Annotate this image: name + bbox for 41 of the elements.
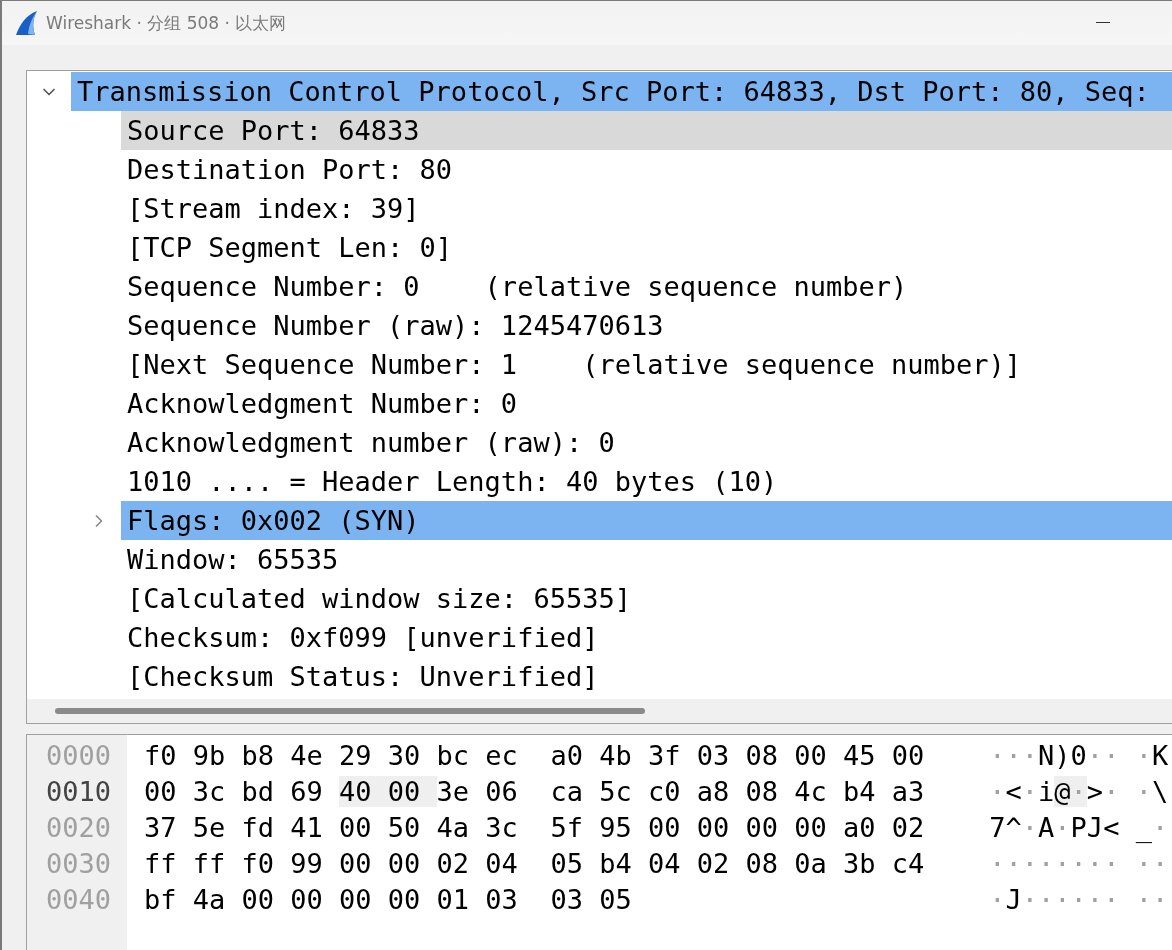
tree-item[interactable]: [TCP Segment Len: 0] [121,228,1172,267]
scrollbar-thumb[interactable] [55,708,645,714]
tree-item[interactable]: Sequence Number: 0 (relative sequence number) [121,267,1172,306]
tree-item[interactable]: Sequence Number (raw): 1245470613 [121,306,1172,345]
tree-item[interactable]: [Stream index: 39] [121,189,1172,228]
ascii-text: ·· [1135,847,1169,879]
tree-item[interactable]: [Next Sequence Number: 1 (relative sequence number)] [121,345,1172,384]
tree-item[interactable]: Flags: 0x002 (SYN) [121,501,1172,540]
ascii-text: ···N)0·· [989,739,1120,771]
ascii-text: ·K [1135,739,1169,771]
ascii-text: ·<·i@·>· [989,775,1120,807]
offset-label: 0010 [44,774,112,809]
offset-label: 0020 [44,810,112,845]
window-title: Wireshark · 分组 508 · 以太网 [46,11,287,35]
ascii-text: 7^·A·PJ< [989,811,1120,843]
hex-bytes: f0 9b b8 4e 29 30 bc ec a0 4b 3f 03 08 00 45 00 [144,739,926,771]
offset-label: 0030 [44,846,112,881]
ascii-text: ·\ [1135,775,1169,807]
ascii-text: ·· [1135,883,1169,915]
tree-item[interactable]: [Calculated window size: 65535] [121,579,1172,618]
ascii-text: ·J······ [989,883,1120,915]
tree-item[interactable]: Window: 65535 [121,540,1172,579]
horizontal-scrollbar[interactable] [27,699,1172,723]
tree-item[interactable]: Destination Port: 80 [121,150,1172,189]
hex-bytes: bf 4a 00 00 00 00 01 03 03 05 [144,883,633,915]
hex-bytes: 37 5e fd 41 00 50 4a 3c 5f 95 00 00 00 00 a0 02 [144,811,926,843]
hex-bytes: 00 3c bd 69 40 00 3e 06 ca 5c c0 a8 08 4c b4 a3 [144,775,926,807]
tree-item[interactable]: 1010 .... = Header Length: 40 bytes (10) [121,462,1172,501]
hex-bytes: ff ff f0 99 00 00 02 04 05 b4 04 02 08 0a 3b c4 [144,847,926,879]
offset-label: 0000 [44,738,112,773]
tree-item[interactable]: [Checksum Status: Unverified] [121,657,1172,696]
tree-item[interactable]: Source Port: 64833 [121,111,1172,150]
tree-item[interactable]: Transmission Control Protocol, Src Port: 64833, Dst Port: 80, Seq: [71,72,1172,111]
ascii-text: ········ [989,847,1120,879]
minimize-icon [1096,22,1110,24]
offset-label: 0040 [44,882,112,917]
shark-fin-icon [14,10,38,36]
ascii-text: _· [1135,811,1169,843]
tree-item[interactable]: Acknowledgment number (raw): 0 [121,423,1172,462]
tree-item[interactable]: Acknowledgment Number: 0 [121,384,1172,423]
tree-item[interactable]: Checksum: 0xf099 [unverified] [121,618,1172,657]
